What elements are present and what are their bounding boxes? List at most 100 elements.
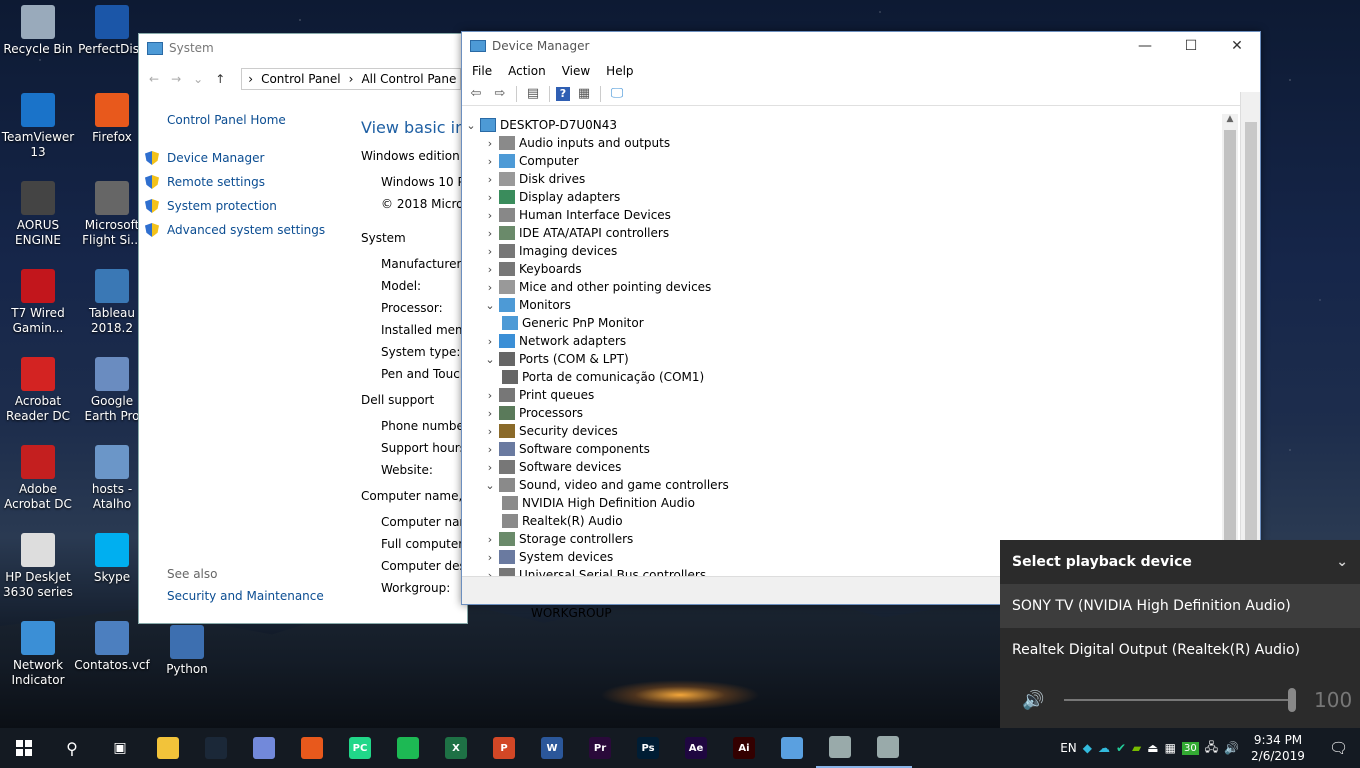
playback-title-row[interactable]: Select playback device ⌄ [1000, 540, 1360, 584]
tree-node[interactable]: › Processors [462, 404, 1224, 422]
chevron-right-icon[interactable]: › [481, 173, 499, 186]
tree-node[interactable]: › Software devices [462, 458, 1224, 476]
tree-node[interactable]: › Security devices [462, 422, 1224, 440]
playback-device-realtek[interactable]: Realtek Digital Output (Realtek(R) Audio… [1000, 628, 1360, 672]
tree-node[interactable]: › Display adapters [462, 188, 1224, 206]
chevron-right-icon[interactable]: › [481, 227, 499, 240]
background-window-scrollbar[interactable] [1240, 92, 1260, 576]
tree-node[interactable]: › Computer [462, 152, 1224, 170]
taskbar-app-firefox-taskbar[interactable] [288, 728, 336, 768]
tree-node[interactable]: › Keyboards [462, 260, 1224, 278]
volume-slider-knob[interactable] [1288, 688, 1296, 712]
taskbar-app-illustrator[interactable]: Ai [720, 728, 768, 768]
tree-node[interactable]: › Audio inputs and outputs [462, 134, 1224, 152]
tree-node[interactable]: Realtek(R) Audio [462, 512, 1224, 530]
tree-node[interactable]: › IDE ATA/ATAPI controllers [462, 224, 1224, 242]
tree-node[interactable]: ⌄ Sound, video and game controllers [462, 476, 1224, 494]
desktop-icon-t7[interactable]: T7 Wired Gamin... [0, 269, 76, 336]
help-icon[interactable]: ? [556, 86, 570, 101]
chevron-right-icon[interactable]: › [481, 245, 499, 258]
close-button[interactable]: ✕ [1214, 32, 1260, 60]
task-view-icon[interactable]: ▣ [96, 728, 144, 768]
recent-dropdown-icon[interactable]: ⌄ [193, 72, 203, 86]
chevron-right-icon[interactable]: › [481, 263, 499, 276]
taskbar-app-pycharm[interactable]: PC [336, 728, 384, 768]
forward-icon[interactable]: ⇨ [490, 85, 510, 103]
taskbar-app-premiere[interactable]: Pr [576, 728, 624, 768]
action-center-icon[interactable]: 🗨 [1317, 739, 1360, 757]
breadcrumb-all-control-panel[interactable]: All Control Pane [361, 72, 456, 86]
desktop-icon-recycle-bin[interactable]: Recycle Bin [0, 5, 76, 57]
chevron-right-icon[interactable]: › [481, 551, 499, 564]
tree-node[interactable]: ⌄ Ports (COM & LPT) [462, 350, 1224, 368]
chevron-right-icon[interactable]: › [481, 443, 499, 456]
chevron-right-icon[interactable]: › [481, 569, 499, 577]
tree-node[interactable]: › Human Interface Devices [462, 206, 1224, 224]
taskbar-app-excel[interactable]: X [432, 728, 480, 768]
desktop-icon-adobe-acrobat[interactable]: Adobe Acrobat DC [0, 445, 76, 512]
chevron-right-icon[interactable]: › [481, 137, 499, 150]
up-arrow-icon[interactable]: ↑ [215, 72, 225, 86]
security-maintenance-link[interactable]: Security and Maintenance [167, 589, 324, 603]
desktop-icon-printer[interactable]: HP DeskJet 3630 series [0, 533, 76, 600]
tree-node[interactable]: › Print queues [462, 386, 1224, 404]
volume-icon[interactable]: 🔊 [1224, 741, 1239, 755]
tree-node[interactable]: › Software components [462, 440, 1224, 458]
show-hide-console-tree-icon[interactable]: ▤ [523, 85, 543, 103]
taskbar-app-after-effects[interactable]: Ae [672, 728, 720, 768]
taskbar-app-discord[interactable] [240, 728, 288, 768]
chevron-down-icon[interactable]: ⌄ [481, 479, 499, 492]
chevron-right-icon[interactable]: › [481, 461, 499, 474]
scrollbar-thumb[interactable] [1224, 130, 1236, 540]
properties-icon[interactable]: ▦ [574, 85, 594, 103]
menu-view[interactable]: View [554, 64, 598, 78]
tree-node[interactable]: › Disk drives [462, 170, 1224, 188]
forward-arrow-icon[interactable]: → [171, 72, 181, 86]
chevron-down-icon[interactable]: ⌄ [481, 353, 499, 366]
search-icon[interactable]: ⚲ [48, 728, 96, 768]
tree-node[interactable]: › Network adapters [462, 332, 1224, 350]
chevron-right-icon[interactable]: › [481, 155, 499, 168]
background-scrollbar-thumb[interactable] [1245, 122, 1257, 562]
minimize-button[interactable]: — [1122, 32, 1168, 60]
chevron-down-icon[interactable]: ⌄ [1336, 554, 1348, 570]
language-indicator[interactable]: EN [1060, 741, 1077, 755]
menu-action[interactable]: Action [500, 64, 554, 78]
playback-device-sony-tv[interactable]: SONY TV (NVIDIA High Definition Audio) [1000, 584, 1360, 628]
remote-settings-link[interactable]: Remote settings [139, 170, 349, 194]
onedrive-icon[interactable]: ☁ [1098, 741, 1110, 755]
system-window[interactable]: System ← → ⌄ ↑ › Control Panel › All Con… [138, 33, 612, 624]
chevron-right-icon[interactable]: › [481, 389, 499, 402]
maximize-button[interactable]: ☐ [1168, 32, 1214, 60]
taskbar-app-word[interactable]: W [528, 728, 576, 768]
device-manager-titlebar[interactable]: Device Manager — ☐ ✕ [462, 32, 1260, 60]
back-icon[interactable]: ⇦ [466, 85, 486, 103]
taskbar-app-steam[interactable] [192, 728, 240, 768]
tray-app-icon[interactable]: ◆ [1083, 741, 1092, 755]
chevron-right-icon[interactable]: › [481, 209, 499, 222]
defender-icon[interactable]: ✔ [1116, 741, 1126, 755]
chevron-right-icon[interactable]: › [481, 281, 499, 294]
back-arrow-icon[interactable]: ← [149, 72, 159, 86]
taskbar-app-device-manager-taskbar-2[interactable] [864, 728, 912, 768]
tree-root[interactable]: ⌄ DESKTOP-D7U0N43 [462, 116, 1224, 134]
control-panel-home-link[interactable]: Control Panel Home [139, 108, 349, 132]
tree-node[interactable]: ⌄ Monitors [462, 296, 1224, 314]
desktop-icon-teamviewer[interactable]: TeamViewer 13 [0, 93, 76, 160]
menu-file[interactable]: File [464, 64, 500, 78]
clock[interactable]: 9:34 PM 2/6/2019 [1245, 732, 1311, 764]
advanced-system-settings-link[interactable]: Advanced system settings [139, 218, 349, 242]
chevron-right-icon[interactable]: › [481, 191, 499, 204]
desktop-icon-acrobat-reader[interactable]: Acrobat Reader DC [0, 357, 76, 424]
breadcrumb-control-panel[interactable]: Control Panel [261, 72, 341, 86]
taskbar-app-device-manager-taskbar[interactable] [816, 728, 864, 768]
chevron-right-icon[interactable]: › [481, 425, 499, 438]
desktop-icon-python[interactable]: Python [149, 625, 225, 677]
tree-scrollbar[interactable]: ▲ [1222, 114, 1238, 578]
chevron-down-icon[interactable]: ⌄ [481, 299, 499, 312]
chevron-right-icon[interactable]: › [481, 533, 499, 546]
system-protection-link[interactable]: System protection [139, 194, 349, 218]
tree-node[interactable]: › Imaging devices [462, 242, 1224, 260]
tree-node[interactable]: › Mice and other pointing devices [462, 278, 1224, 296]
volume-slider[interactable] [1064, 688, 1296, 712]
